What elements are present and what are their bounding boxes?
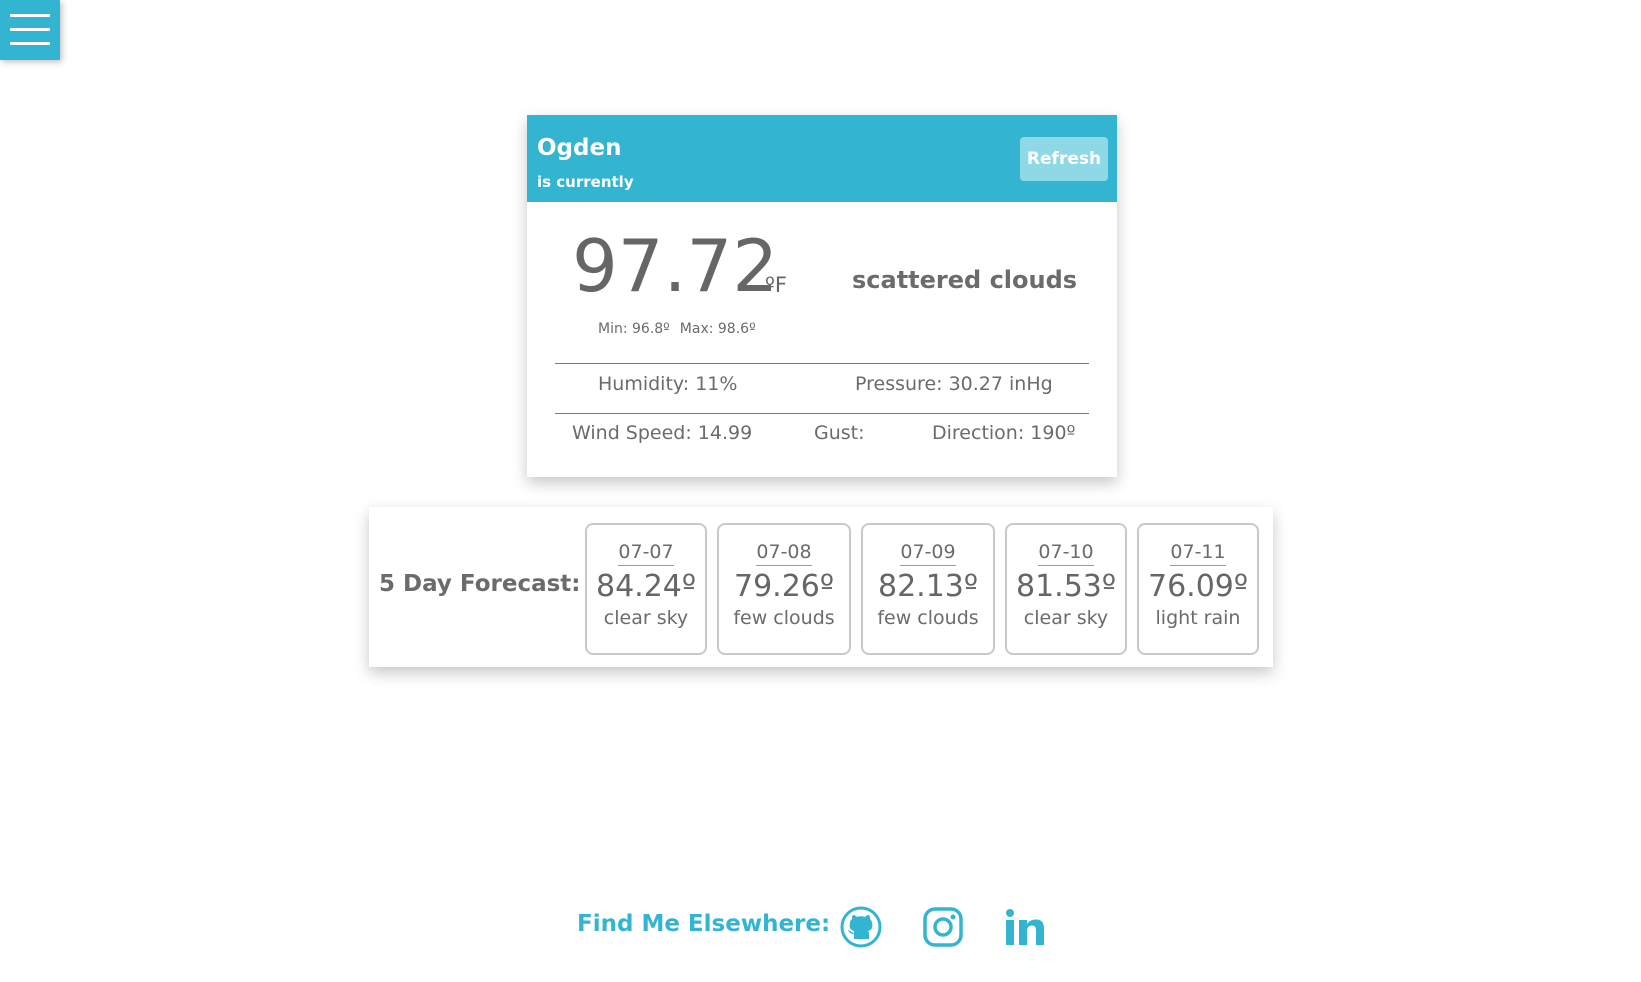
instagram-link[interactable]	[921, 905, 965, 949]
forecast-description: few clouds	[733, 607, 835, 629]
forecast-date: 07-09	[900, 541, 956, 566]
forecast-date: 07-07	[618, 541, 674, 566]
forecast-date: 07-08	[756, 541, 812, 566]
forecast-temperature: 79.26º	[733, 569, 835, 604]
city-name: Ogden	[537, 135, 622, 161]
current-subtitle: is currently	[537, 173, 634, 191]
linkedin-icon	[1006, 909, 1044, 945]
refresh-button[interactable]: Refresh	[1020, 137, 1108, 181]
instagram-icon	[923, 907, 963, 947]
current-weather-card: Ogden is currently Refresh 97.72 ºF Min:…	[527, 115, 1117, 477]
forecast-description: clear sky	[603, 607, 689, 629]
forecast-day-card: 07-10 81.53º clear sky	[1005, 523, 1127, 655]
current-condition: scattered clouds	[852, 266, 1078, 294]
forecast-temperature: 76.09º	[1147, 569, 1249, 604]
hamburger-menu-button[interactable]	[0, 0, 60, 60]
forecast-day-card: 07-08 79.26º few clouds	[717, 523, 851, 655]
divider	[555, 363, 1089, 364]
five-day-forecast: 5 Day Forecast: 07-07 84.24º clear sky 0…	[369, 507, 1273, 667]
min-temperature: Min: 96.8º	[598, 321, 670, 337]
forecast-day-card: 07-09 82.13º few clouds	[861, 523, 995, 655]
humidity: Humidity: 11%	[598, 373, 738, 395]
forecast-label: 5 Day Forecast:	[379, 571, 581, 597]
forecast-temperature: 82.13º	[877, 569, 979, 604]
card-header: Ogden is currently Refresh	[527, 115, 1117, 202]
hamburger-menu-icon-bar	[10, 42, 50, 45]
footer-label: Find Me Elsewhere:	[577, 911, 831, 937]
linkedin-link[interactable]	[1003, 905, 1047, 949]
forecast-day-card: 07-11 76.09º light rain	[1137, 523, 1259, 655]
forecast-description: few clouds	[877, 607, 979, 629]
forecast-date: 07-11	[1170, 541, 1226, 566]
pressure: Pressure: 30.27 inHg	[855, 373, 1053, 395]
max-temperature: Max: 98.6º	[679, 321, 756, 337]
forecast-description: light rain	[1155, 607, 1241, 629]
hamburger-menu-icon-bar	[10, 28, 50, 31]
forecast-description: clear sky	[1023, 607, 1109, 629]
min-max-temperature: Min: 96.8º Max: 98.6º	[598, 321, 756, 337]
github-link[interactable]	[839, 905, 883, 949]
temperature-unit: ºF	[765, 273, 787, 297]
divider	[555, 413, 1089, 414]
forecast-day-card: 07-07 84.24º clear sky	[585, 523, 707, 655]
hamburger-menu-icon	[10, 14, 50, 17]
forecast-date: 07-10	[1038, 541, 1094, 566]
forecast-temperature: 81.53º	[1015, 569, 1117, 604]
wind-gust: Gust:	[814, 422, 865, 444]
github-icon	[840, 906, 882, 948]
wind-direction: Direction: 190º	[932, 422, 1076, 444]
wind-speed: Wind Speed: 14.99	[572, 422, 753, 444]
current-temperature: 97.72	[572, 224, 779, 308]
forecast-temperature: 84.24º	[595, 569, 697, 604]
